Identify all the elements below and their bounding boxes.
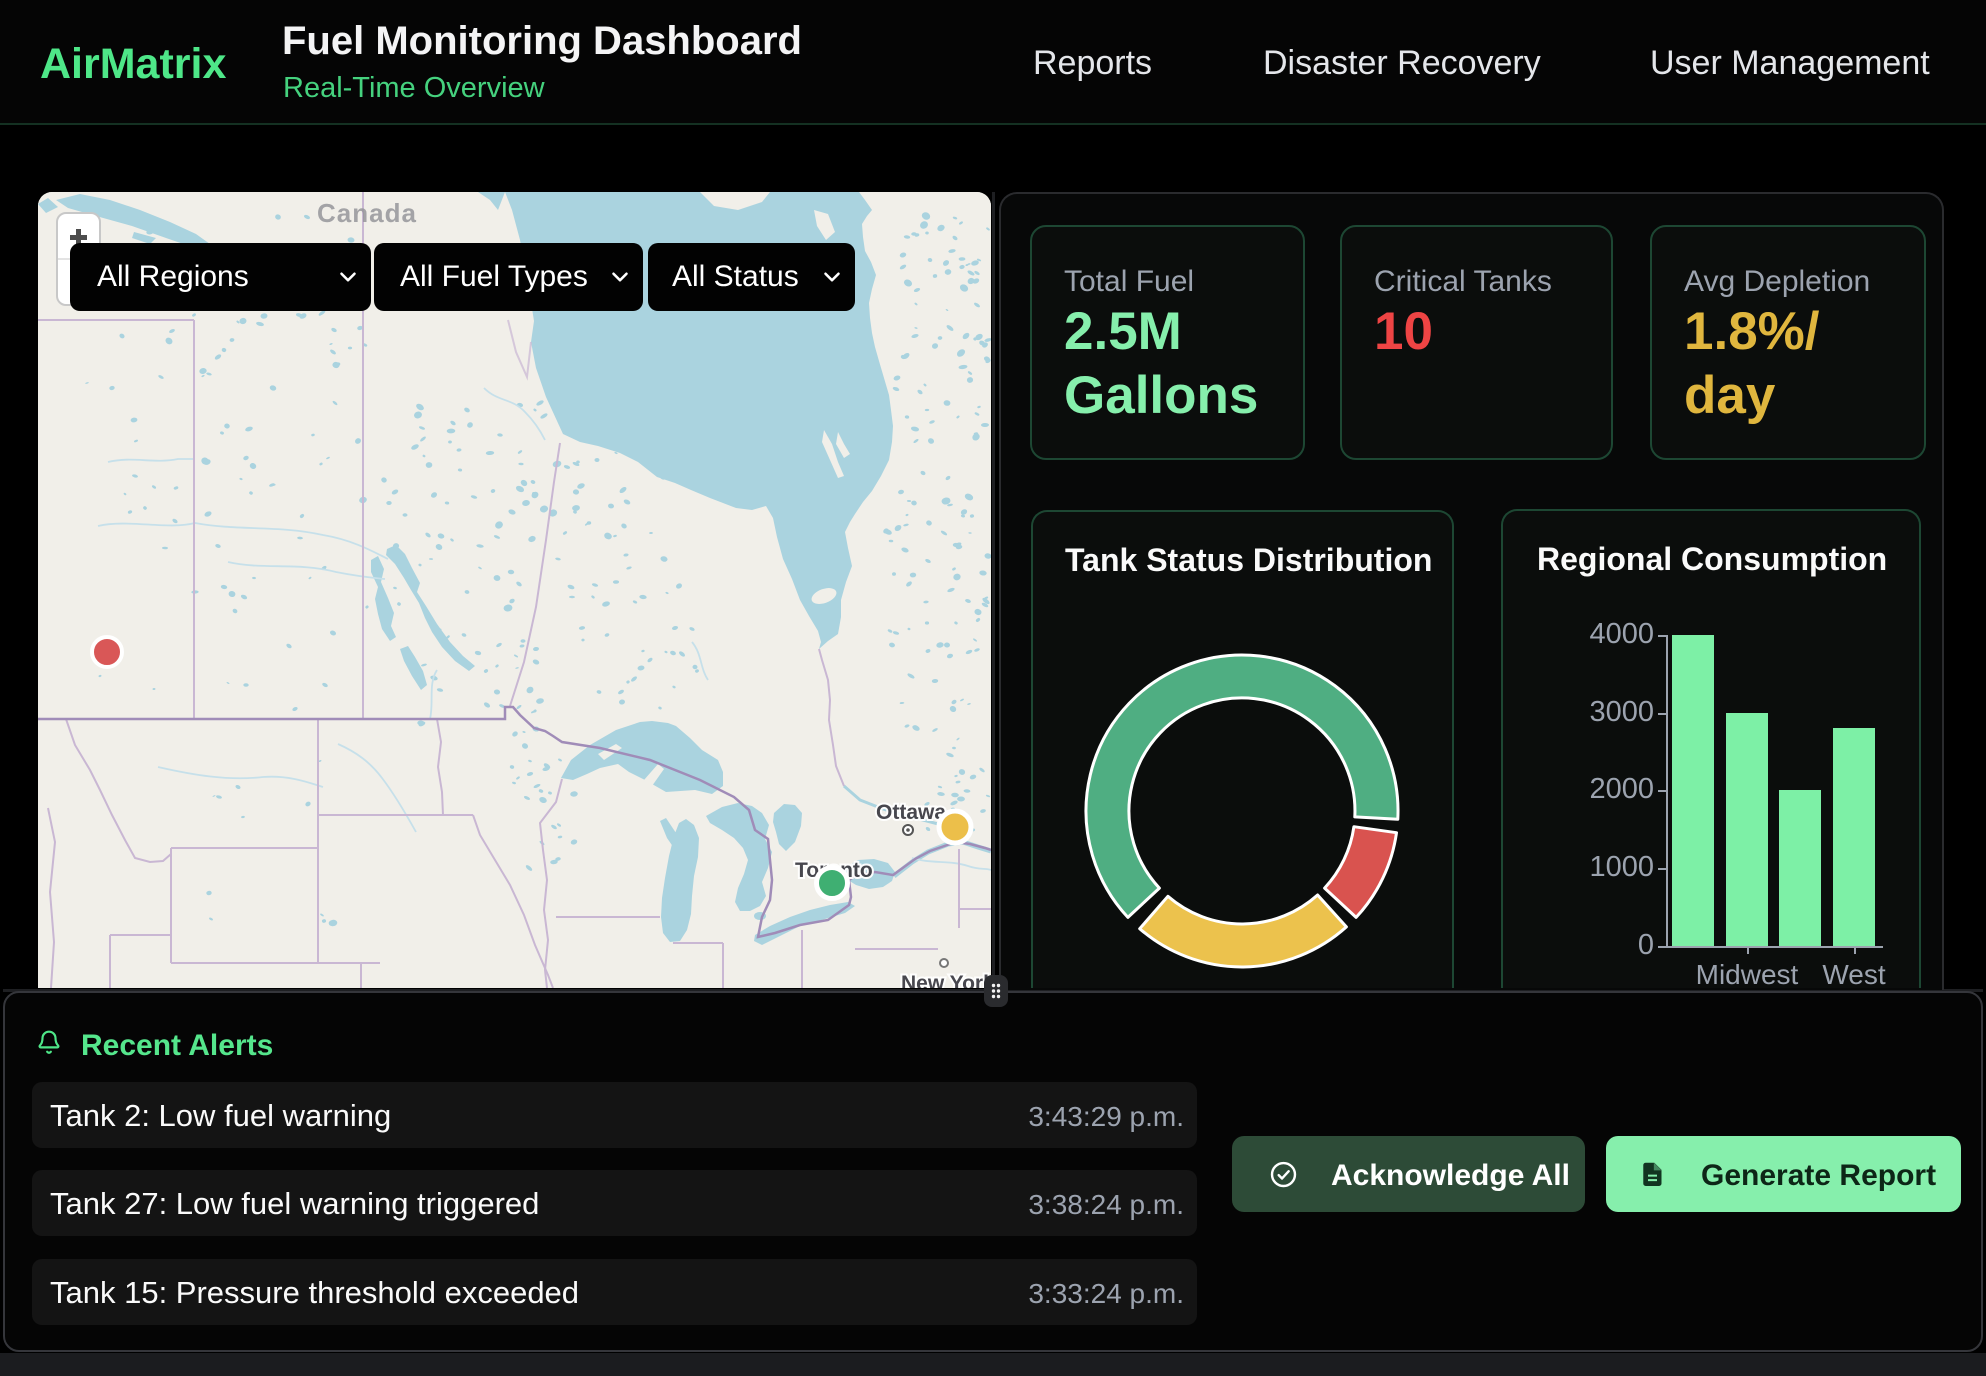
svg-text:Ottawa: Ottawa	[876, 801, 946, 824]
svg-text:New York: New York	[901, 972, 991, 988]
svg-text:Canada: Canada	[317, 198, 417, 228]
